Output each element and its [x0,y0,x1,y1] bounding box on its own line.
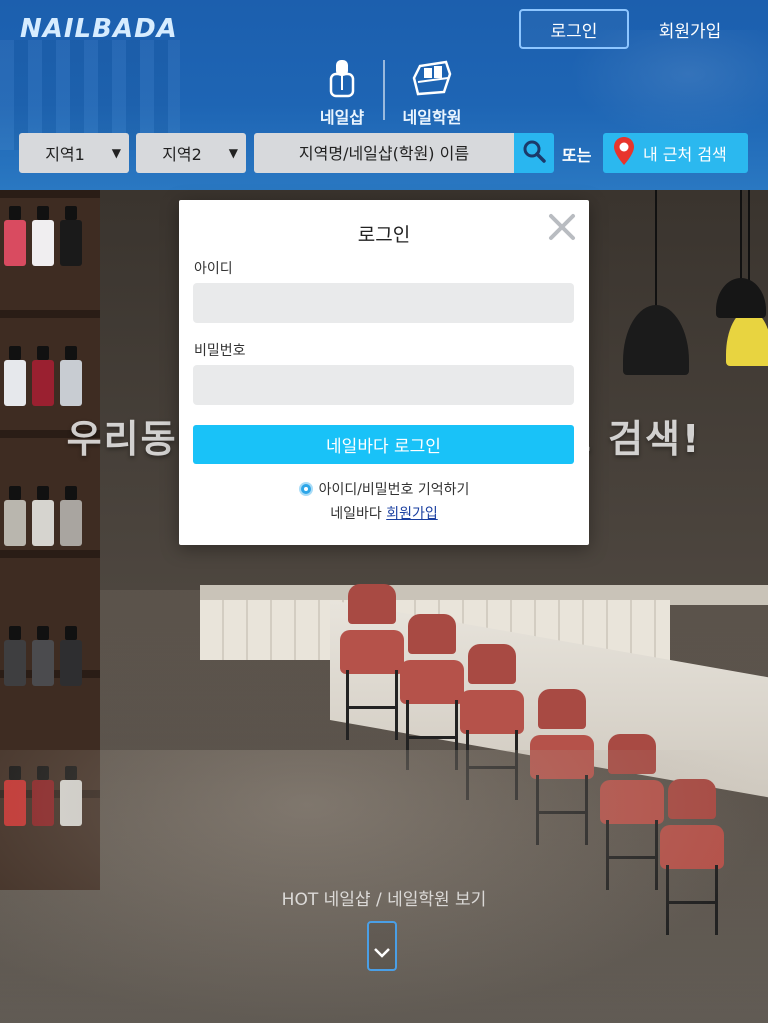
signup-button[interactable]: 회원가입 [642,9,738,49]
remember-me-option[interactable]: 아이디/비밀번호 기억하기 [179,479,589,499]
submit-login-button[interactable]: 네일바다 로그인 [193,425,574,464]
academy-kit-icon [410,58,454,102]
remember-me-radio[interactable] [298,482,313,496]
hero-polish-row [4,486,84,546]
login-button[interactable]: 로그인 [519,9,629,49]
hot-shops-link[interactable]: HOT 네일샵 / 네일학원 보기 [0,885,768,910]
id-field-label: 아이디 [194,261,233,277]
nearby-search-button[interactable]: 내 근처 검색 [603,133,748,173]
id-field[interactable] [193,283,574,323]
region2-select[interactable]: 지역2 ▼ [136,133,246,173]
search-input[interactable] [254,133,514,173]
nearby-search-label: 내 근처 검색 [643,145,727,164]
tab-nail-academy-label: 네일학원 [402,108,462,127]
password-field-label: 비밀번호 [194,343,246,359]
signup-link[interactable]: 회원가입 [386,506,438,522]
chevron-down-icon [373,944,391,963]
category-divider [383,60,385,120]
nail-polish-icon [327,58,357,102]
region1-select-value: 지역1 [45,145,85,164]
scroll-down-button[interactable] [367,921,397,971]
region1-select[interactable]: 지역1 ▼ [19,133,129,173]
close-button[interactable] [545,210,579,244]
signup-prompt: 네일바다 회원가입 [179,503,589,523]
search-button[interactable] [514,133,554,173]
location-pin-icon [613,136,635,170]
hero-polish-row [4,626,84,686]
chevron-down-icon: ▼ [111,146,121,160]
or-text: 또는 [562,146,592,165]
tab-nail-shop-label: 네일샵 [319,108,365,127]
signup-prefix: 네일바다 [330,506,382,522]
modal-title: 로그인 [357,224,411,246]
tab-nail-academy[interactable]: 네일학원 [398,58,466,128]
hero-polish-row [4,206,84,266]
tab-nail-shop[interactable]: 네일샵 [315,58,369,128]
region2-select-value: 지역2 [162,145,202,164]
hero-polish-row [4,346,84,406]
close-icon [545,214,579,248]
password-field[interactable] [193,365,574,405]
chevron-down-icon: ▼ [228,146,238,160]
search-icon [522,139,546,167]
remember-me-label: 아이디/비밀번호 기억하기 [318,482,470,498]
login-modal: 로그인 아이디 비밀번호 네일바다 로그인 아이디/비밀번호 기억하기 네일바다… [179,200,589,545]
site-header: NAILBADA 로그인 회원가입 네일샵 네일학원 지역1 ▼ 지역2 ▼ 지… [0,0,768,190]
site-logo[interactable]: NAILBADA [20,14,178,44]
search-bar: 지역1 ▼ 지역2 ▼ 또는 내 근처 검색 [0,133,768,173]
